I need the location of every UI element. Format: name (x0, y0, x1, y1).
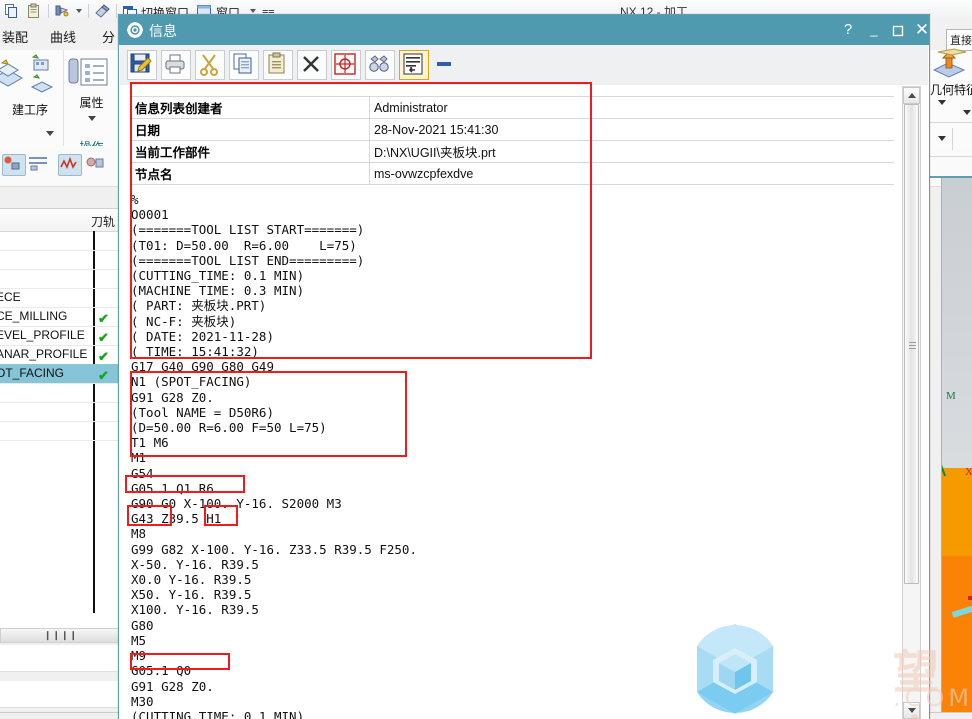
copy-icon[interactable] (4, 3, 20, 19)
copy-button[interactable] (229, 50, 259, 80)
tree-row-level-profile[interactable]: EVEL_PROFILE ✔ (0, 326, 118, 346)
paste-button[interactable] (263, 50, 293, 80)
tree-row-label: ECE (0, 290, 21, 304)
operation-more-caret-icon[interactable] (46, 131, 54, 136)
tree-row-empty-2[interactable] (0, 250, 118, 270)
dialog-scrollbar-thumb[interactable] (904, 104, 919, 584)
tree-row-planar-profile[interactable]: ANAR_PROFILE ✔ (0, 345, 118, 365)
geometry-feature-icon[interactable] (930, 46, 970, 83)
tree-row-workpiece[interactable]: ECE (0, 288, 118, 308)
tree-row-empty-4[interactable] (0, 383, 118, 403)
close-button[interactable]: ✕ (911, 19, 933, 41)
bottom-panel-row-1 (0, 645, 120, 672)
ribbon-group-properties: 属性 操作 (63, 50, 121, 158)
bottom-panel-row-2 (0, 681, 120, 708)
information-dialog: 信息 ? _ ✕ 信息列表创建者 Administrator 日期 28-Nov… (118, 14, 930, 719)
axis-label-x: X (965, 466, 972, 478)
tree-row-label: CE_MILLING (0, 309, 68, 323)
info-key: 信息列表创建者 (131, 96, 370, 119)
info-key: 日期 (131, 118, 370, 141)
screen-root: 切换窗口 窗口 ⩵ NX 12 - 加工 装配 曲线 分 建工序 属性 刀轨 E… (0, 0, 972, 719)
word-wrap-button[interactable] (399, 50, 429, 80)
dialog-content: 信息列表创建者 Administrator 日期 28-Nov-2021 15:… (120, 85, 928, 719)
tab-curve[interactable]: 曲线 (50, 27, 76, 46)
panel-caret-icon-3[interactable] (938, 136, 946, 141)
info-value: Administrator (369, 96, 894, 119)
panel-resize-grip[interactable]: ❙❙❙❙ (0, 628, 122, 643)
toolpath-list-icon[interactable] (28, 154, 50, 174)
undo-dropdown-caret-icon[interactable] (76, 9, 82, 13)
watermark-domain: .COM (893, 684, 972, 712)
dialog-toolbar (120, 45, 928, 85)
tree-row-face-milling[interactable]: CE_MILLING ✔ (0, 307, 118, 327)
tree-row-label: OT_FACING (0, 366, 65, 380)
help-button[interactable]: ? (837, 19, 859, 41)
undo-icon[interactable] (54, 3, 70, 19)
tree-row-empty-1[interactable] (0, 231, 118, 251)
nc-code-text[interactable]: % O0001 (=======TOOL LIST START=======) … (131, 192, 417, 719)
properties-caret-icon[interactable] (88, 116, 96, 121)
panel-divider-3 (925, 156, 972, 157)
toolpath-display-icon[interactable] (2, 154, 26, 176)
operation-sub-icon-2[interactable] (30, 74, 54, 97)
locate-button[interactable] (331, 50, 361, 80)
geometry-feature-label: 几何特征 (930, 83, 972, 97)
dialog-title: 信息 (149, 23, 177, 39)
minus-icon[interactable] (437, 62, 451, 66)
operation-navigator-header: 刀轨 (0, 209, 118, 232)
delete-button[interactable] (297, 50, 327, 80)
binoculars-button[interactable] (365, 50, 395, 80)
info-value: 28-Nov-2021 15:41:30 (369, 118, 894, 141)
window-dropdown-caret-icon[interactable] (250, 9, 256, 13)
info-value: D:\NX\UGII\夹板块.prt (369, 140, 894, 163)
tree-row-empty-6[interactable] (0, 421, 118, 441)
tree-row-empty-3[interactable] (0, 269, 118, 289)
tree-row-label: EVEL_PROFILE (0, 328, 85, 342)
table-row: 信息列表创建者 Administrator (131, 96, 894, 119)
properties-caption: 属性 (79, 96, 104, 110)
table-row: 当前工作部件 D:\NX\UGII\夹板块.prt (131, 140, 894, 163)
maximize-button[interactable] (887, 19, 909, 41)
dialog-scrollbar[interactable] (902, 86, 921, 719)
paste-icon[interactable] (26, 3, 42, 19)
tool-tip-marker (968, 596, 972, 600)
print-button[interactable] (161, 50, 191, 80)
table-row: 节点名 ms-ovwzcpfexdve (131, 162, 894, 185)
info-key: 当前工作部件 (131, 140, 370, 163)
verify-toolpath-icon[interactable] (58, 154, 82, 176)
geometry-more-caret-icon[interactable] (938, 100, 946, 105)
axis-label-m: M (946, 390, 956, 402)
cut-button[interactable] (195, 50, 225, 80)
tab-assembly[interactable]: 装配 (2, 27, 28, 46)
panel-divider-2 (952, 128, 953, 150)
gear-icon (127, 22, 143, 38)
tree-row-label: ANAR_PROFILE (0, 347, 88, 361)
create-operation-icon[interactable] (0, 58, 26, 91)
tab-analysis[interactable]: 分 (102, 27, 115, 46)
minimize-button[interactable]: _ (863, 19, 885, 41)
properties-icon[interactable] (67, 56, 111, 93)
save-button[interactable] (127, 50, 157, 80)
table-row: 日期 28-Nov-2021 15:41:30 (131, 118, 894, 141)
tree-row-empty-5[interactable] (0, 402, 118, 422)
info-table: 信息列表创建者 Administrator 日期 28-Nov-2021 15:… (131, 96, 894, 185)
simulate-icon[interactable] (84, 154, 106, 174)
cube-hexagon-logo (685, 620, 785, 719)
tree-row-spot-facing[interactable]: OT_FACING ✔ (0, 364, 118, 384)
ribbon-group-operation-caption: 建工序 (11, 103, 48, 117)
dialog-title-bar[interactable]: 信息 ? _ ✕ (119, 15, 929, 45)
info-key: 节点名 (131, 162, 370, 185)
operation-navigator: 刀轨 ECE CE_MILLING ✔ EVEL_PROFILE ✔ ANAR_… (0, 208, 121, 630)
eraser-icon[interactable] (94, 3, 110, 19)
info-value: ms-ovwzcpfexdve (369, 162, 894, 185)
column-header-toolpath: 刀轨 (90, 215, 115, 229)
panel-divider-1 (925, 122, 972, 123)
dialog-scroll-up-button[interactable] (903, 87, 920, 104)
panel-caret-icon-2[interactable] (963, 110, 971, 115)
ribbon-group-operation: 建工序 (0, 50, 64, 158)
